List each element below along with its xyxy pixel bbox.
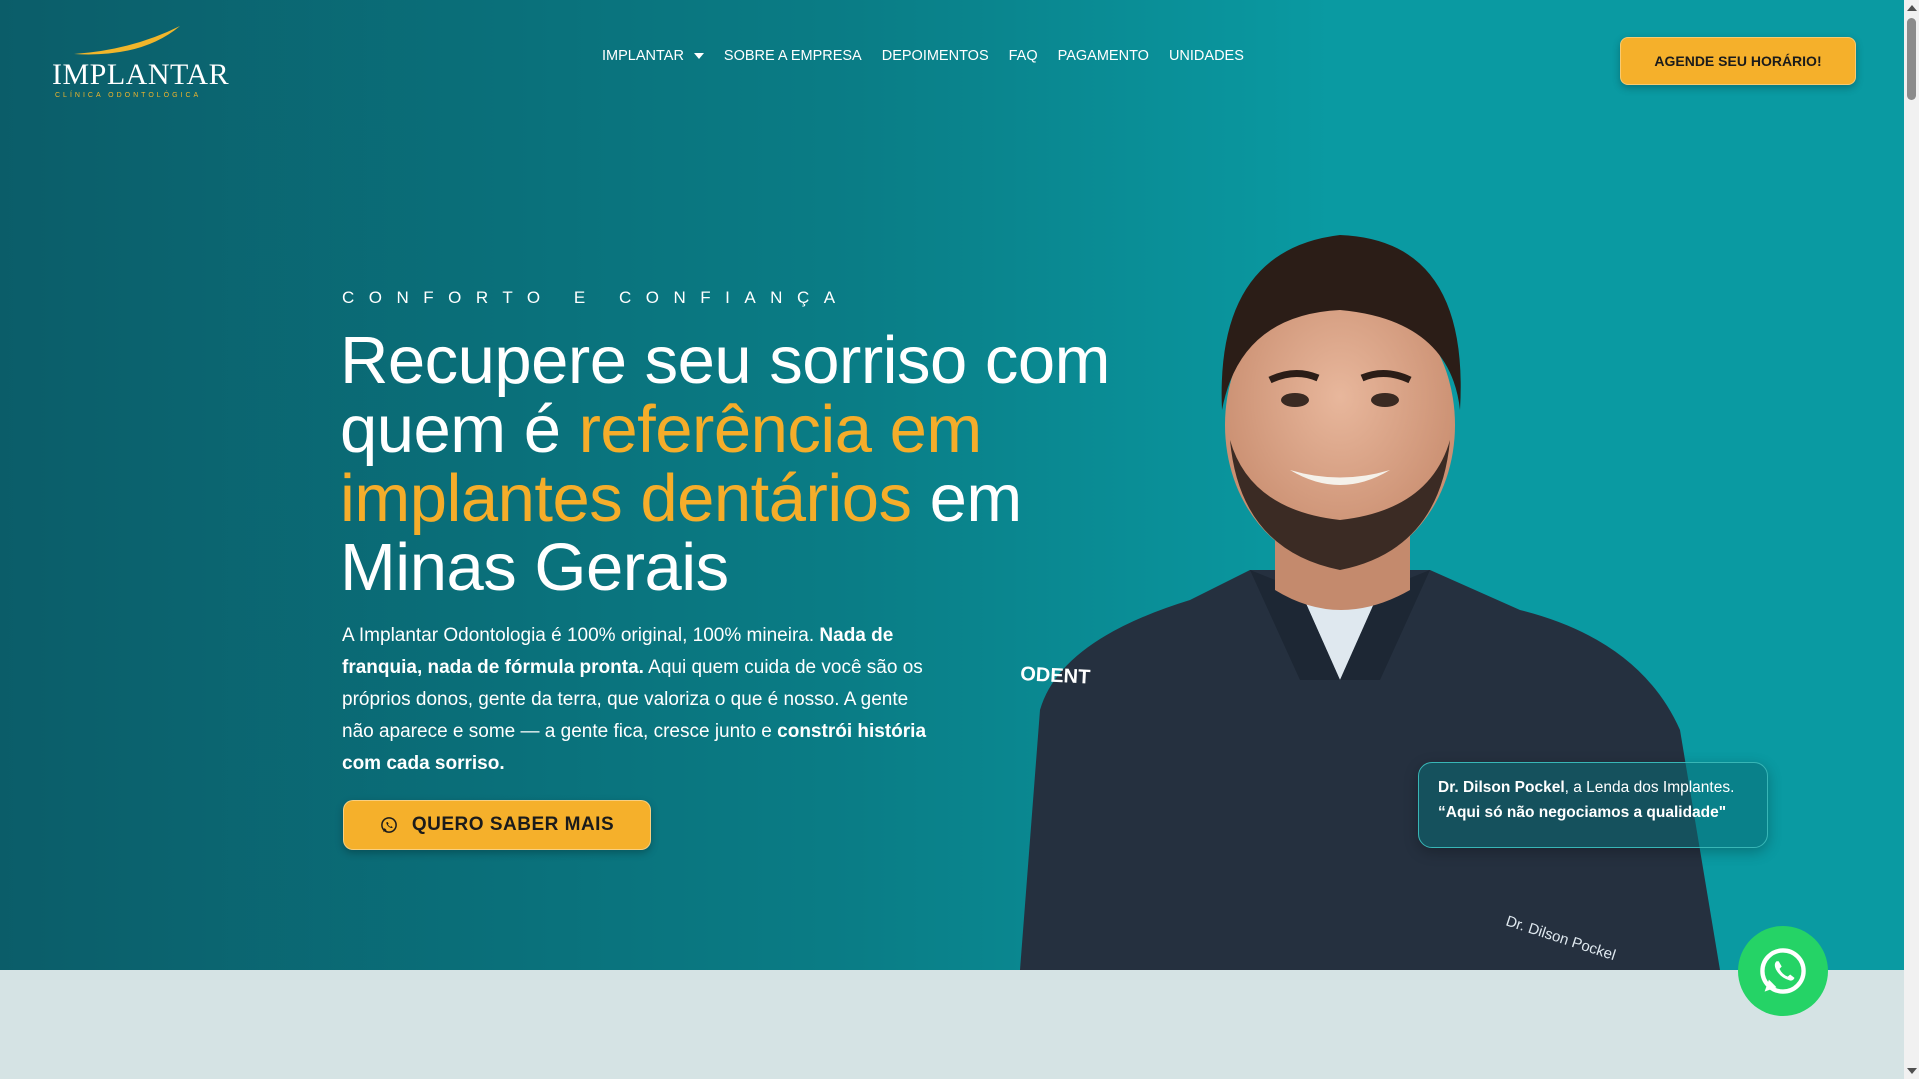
page-scrollbar[interactable]	[1904, 0, 1919, 1079]
scroll-thumb[interactable]	[1907, 18, 1916, 100]
learn-more-label: QUERO SABER MAIS	[411, 814, 615, 835]
schedule-button[interactable]: AGENDE SEU HORÁRIO!	[1620, 37, 1856, 85]
chevron-down-icon	[693, 53, 704, 59]
hero-section: IMPLANTAR CLÍNICA ODONTOLÓGICA IMPLANTAR…	[0, 0, 1904, 970]
doctor-portrait: ODENT Dr. Dilson Pockel	[1020, 235, 1720, 970]
doctor-title: , a Lenda dos Implantes.	[1564, 779, 1735, 796]
nav-item-faq[interactable]: FAQ	[1009, 48, 1038, 64]
next-section	[0, 970, 1904, 1079]
doctor-name: Dr. Dilson Pockel	[1438, 779, 1565, 796]
hero-paragraph: A Implantar Odontologia é 100% original,…	[342, 620, 932, 780]
nav-item-depoimentos[interactable]: DEPOIMENTOS	[882, 48, 989, 64]
smile-arc-icon	[74, 26, 180, 55]
main-nav: IMPLANTAR SOBRE A EMPRESA DEPOIMENTOS FA…	[602, 48, 1264, 64]
hero-eyebrow: CONFORTO E CONFIANÇA	[342, 288, 850, 307]
doctor-quote: “Aqui só não negociamos a qualidade"	[1438, 804, 1727, 821]
scroll-up-icon[interactable]	[1907, 5, 1917, 11]
nav-item-sobre-a-empresa[interactable]: SOBRE A EMPRESA	[724, 48, 862, 64]
learn-more-button[interactable]: QUERO SABER MAIS	[343, 800, 651, 850]
nav-item-implantar[interactable]: IMPLANTAR	[602, 48, 704, 64]
scroll-down-icon[interactable]	[1907, 1068, 1917, 1074]
nav-item-label: IMPLANTAR	[602, 48, 684, 64]
whatsapp-icon	[381, 817, 397, 833]
whatsapp-icon	[1760, 948, 1806, 994]
jacket-logo: ODENT	[1020, 663, 1091, 689]
paragraph-text-1: A Implantar Odontologia é 100% original,…	[342, 625, 820, 646]
nav-item-pagamento[interactable]: PAGAMENTO	[1058, 48, 1149, 64]
whatsapp-floating-button[interactable]	[1738, 926, 1828, 1016]
logo[interactable]: IMPLANTAR CLÍNICA ODONTOLÓGICA	[52, 24, 229, 99]
logo-wordmark: IMPLANTAR	[52, 58, 230, 91]
nav-item-unidades[interactable]: UNIDADES	[1169, 48, 1244, 64]
logo-tagline: CLÍNICA ODONTOLÓGICA	[55, 92, 202, 99]
doctor-quote-card: Dr. Dilson Pockel, a Lenda dos Implantes…	[1418, 762, 1768, 848]
